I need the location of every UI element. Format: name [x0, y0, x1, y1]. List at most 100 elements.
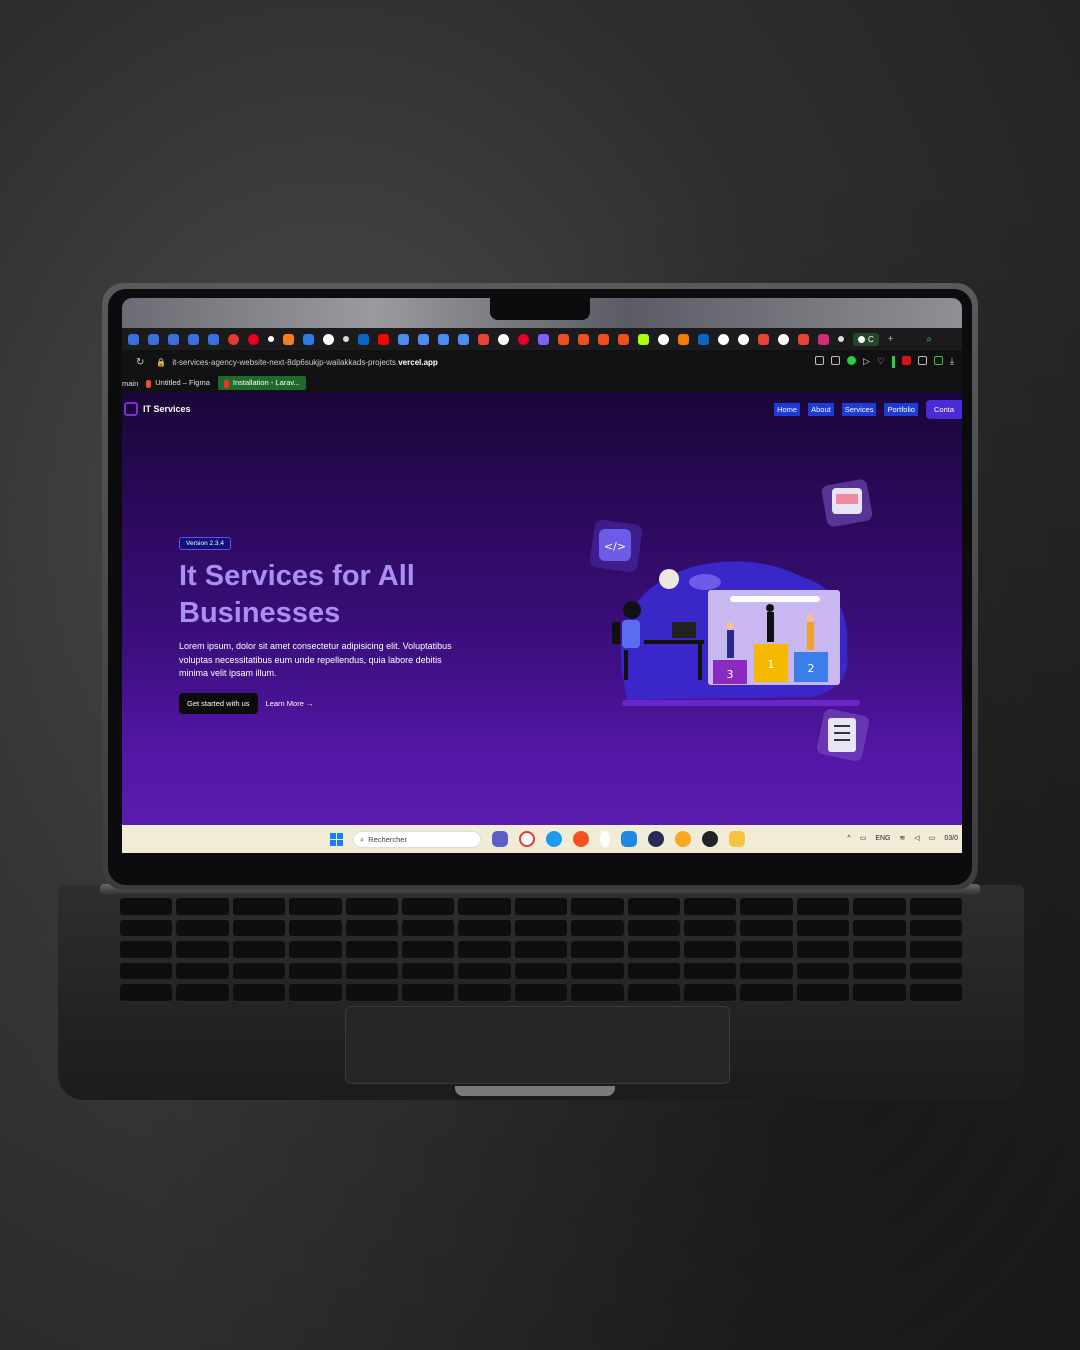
camera-icon[interactable] [831, 356, 841, 365]
app-icon[interactable] [648, 831, 664, 847]
media-player-icon[interactable] [702, 831, 718, 847]
tab-icon-sun[interactable] [283, 333, 294, 345]
keyboard-icon[interactable]: ▭ [860, 834, 867, 842]
bookmark-laravel[interactable]: Installation - Larav... [217, 376, 306, 390]
tab-icon-pinterest[interactable] [248, 333, 259, 345]
adblock-icon[interactable] [902, 356, 912, 365]
lock-icon: 🔒 [156, 357, 167, 367]
file-explorer-icon[interactable] [729, 831, 745, 847]
tab-icon-a[interactable] [458, 333, 469, 345]
ground-shadow [622, 700, 860, 706]
search-tabs-icon[interactable]: ⌕ [926, 334, 932, 345]
tab-icon-stack[interactable] [758, 333, 769, 345]
keyboard-key [853, 919, 906, 938]
postman-icon[interactable] [573, 831, 589, 847]
chevron-up-icon[interactable]: ^ [847, 835, 850, 842]
tab-icon-instagram[interactable] [818, 333, 829, 345]
keyboard-key [909, 962, 962, 981]
keyboard-key [458, 898, 511, 916]
vscode-icon[interactable] [621, 831, 637, 847]
wifi-icon[interactable]: ≋ [899, 834, 905, 842]
tab-icon-a[interactable] [438, 333, 449, 345]
keyboard-key [853, 962, 906, 981]
taskbar-search-input[interactable]: ⌕ Rechercher [353, 831, 481, 848]
shield-icon[interactable] [847, 356, 857, 365]
volume-icon[interactable]: ◁ [914, 834, 919, 842]
reload-icon[interactable]: ↻ [136, 357, 144, 368]
keyboard-key [176, 941, 229, 959]
tab-icon-app[interactable] [538, 333, 549, 345]
tab-icon-figma[interactable] [618, 333, 629, 345]
nav-link-services[interactable]: Services [841, 403, 877, 416]
tab-icon-pinterest[interactable] [518, 333, 529, 345]
tab-icon-translate[interactable] [303, 333, 314, 345]
tab-icon-youtube[interactable] [378, 333, 389, 345]
language-indicator[interactable]: ENG [875, 835, 890, 842]
tab-icon-c[interactable] [323, 333, 334, 345]
tab-icon-bird[interactable] [148, 333, 159, 345]
bookmark-figma[interactable]: Untitled – Figma [146, 378, 210, 388]
url-field[interactable]: it-services-agency-website-next-8dp6sukj… [172, 358, 437, 367]
podium-third: 3 [713, 660, 747, 684]
keyboard-key [176, 984, 229, 1002]
nav-contact-button[interactable]: Conta [925, 400, 962, 419]
tab-icon-dot[interactable] [268, 336, 274, 342]
tab-icon-lime[interactable] [638, 333, 649, 345]
tab-icon-github[interactable] [498, 333, 509, 345]
tab-icon-bird[interactable] [208, 333, 219, 345]
play-icon[interactable]: ▷ [863, 356, 870, 368]
keyboard-key [796, 919, 850, 938]
tab-icon-figma[interactable] [598, 333, 609, 345]
chrome-icon[interactable] [675, 831, 691, 847]
teams-icon[interactable] [492, 831, 508, 847]
opera-icon[interactable] [519, 831, 535, 847]
keyboard-key [289, 919, 342, 938]
tab-icon-figma[interactable] [558, 333, 569, 345]
browser-tab-active[interactable]: C [853, 332, 879, 346]
tab-icon-linkedin[interactable] [358, 333, 369, 345]
keyboard-key [232, 962, 286, 981]
edit-icon[interactable] [815, 356, 825, 365]
get-started-button[interactable]: Get started with us [179, 692, 258, 714]
keyboard-key [684, 984, 737, 1002]
tab-icon-stack[interactable] [798, 333, 809, 345]
keyboard-key [796, 984, 850, 1002]
mongodb-icon[interactable] [600, 831, 610, 847]
windows-start-icon[interactable] [330, 833, 343, 846]
tab-icon-info[interactable] [778, 333, 789, 345]
tab-icon-bird[interactable] [168, 333, 179, 345]
download-icon[interactable]: ⤓ [950, 356, 954, 368]
nav-link-portfolio[interactable]: Portfolio [884, 403, 918, 416]
browser-toolbar-icons: ▷ ♡ ⤓ [815, 356, 962, 368]
learn-more-link[interactable]: Learn More → [266, 699, 314, 708]
tab-icon-drive[interactable] [838, 336, 844, 342]
tab-icon-info[interactable] [658, 333, 669, 345]
keyboard-key [684, 919, 737, 938]
keyboard-key [176, 919, 229, 938]
tab-icon-bird[interactable] [188, 333, 199, 345]
tab-icon-info[interactable] [718, 333, 729, 345]
site-logo[interactable]: IT Services [122, 402, 191, 416]
nav-link-home[interactable]: Home [774, 403, 801, 416]
tab-icon-info[interactable] [738, 333, 749, 345]
profile-icon[interactable] [934, 356, 944, 365]
battery-icon[interactable]: ▭ [929, 834, 936, 842]
keyboard-key [232, 919, 286, 938]
tab-icon-bird[interactable] [128, 333, 139, 345]
tab-icon-linkedin[interactable] [698, 333, 709, 345]
nav-link-about[interactable]: About [808, 403, 834, 416]
tab-icon-gmail[interactable] [478, 333, 489, 345]
tab-icon-figma[interactable] [578, 333, 589, 345]
cube-icon[interactable] [918, 356, 928, 365]
tab-icon-a[interactable] [418, 333, 429, 345]
date-display[interactable]: 03/0 [944, 835, 958, 842]
tab-icon-drive[interactable] [343, 336, 349, 342]
tab-icon-stack[interactable] [678, 333, 689, 345]
bookmark-partial[interactable]: main [122, 379, 138, 388]
tab-icon-opera[interactable] [228, 333, 239, 345]
new-tab-plus-icon[interactable]: + [888, 334, 894, 345]
tab-icon-a[interactable] [398, 333, 409, 345]
heart-icon[interactable]: ♡ [877, 356, 885, 368]
system-tray: ^ ▭ ENG ≋ ◁ ▭ 03/0 [847, 834, 958, 843]
docker-icon[interactable] [546, 831, 562, 847]
